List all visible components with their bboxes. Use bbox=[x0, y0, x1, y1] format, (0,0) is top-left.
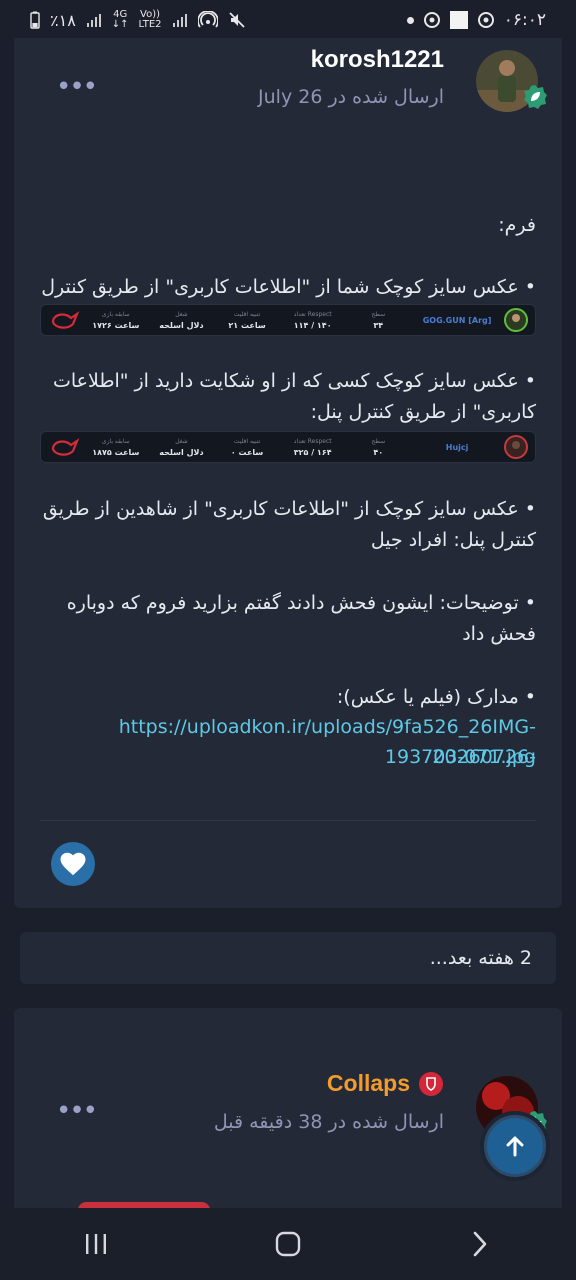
form-label: فرم: bbox=[498, 214, 536, 236]
player-avatar-icon bbox=[504, 308, 528, 332]
status-left: ٪۱۸ 4G ↓↑ Vo)) LTE2 bbox=[30, 10, 246, 30]
dot-icon bbox=[406, 16, 414, 24]
like-button[interactable] bbox=[51, 842, 95, 886]
post-date-2[interactable]: ارسال شده در 38 دقیقه قبل bbox=[214, 1111, 444, 1133]
player-info-image-1[interactable]: سابقه بازی ۱۷۲۶ ساعت شغل دلال اسلحه تنبیه … bbox=[40, 304, 536, 336]
player-name-2: Hujcj bbox=[445, 442, 469, 452]
more-options-button[interactable]: ••• bbox=[56, 72, 98, 102]
home-icon bbox=[275, 1231, 301, 1257]
punish-key: تنبیه اقلیت bbox=[233, 311, 261, 318]
punish-cell-2: تنبیه اقلیت ۰ ساعت bbox=[214, 436, 280, 458]
scroll-to-top-button[interactable] bbox=[484, 1115, 546, 1177]
level-key-2: سطح bbox=[371, 438, 386, 445]
author-name[interactable]: korosh1221 bbox=[311, 46, 444, 74]
chrome-icon-2 bbox=[477, 12, 494, 28]
status-bar: ٪۱۸ 4G ↓↑ Vo)) LTE2 ۰۶:۰۲ bbox=[0, 0, 576, 40]
level-cell-2: سطح ۴۰ bbox=[346, 436, 412, 458]
job-key-2: شغل bbox=[175, 438, 188, 445]
more-options-button-2[interactable]: ••• bbox=[56, 1096, 98, 1126]
player-avatar-icon-2 bbox=[504, 435, 528, 459]
item-2-line-2: کاربری" از طریق کنترل پنل: bbox=[310, 401, 536, 423]
gear-logo-icon-2 bbox=[51, 438, 80, 456]
job-value-2: دلال اسلحه bbox=[159, 448, 204, 457]
level-key: سطح bbox=[371, 311, 386, 318]
job-cell-2: شغل دلال اسلحه bbox=[149, 436, 215, 458]
battery-percent: ٪۱۸ bbox=[50, 10, 76, 30]
back-button[interactable] bbox=[450, 1219, 510, 1269]
level-cell: سطح ۳۴ bbox=[346, 309, 412, 331]
respect-cell: تعداد Respect ۱۱۴ / ۱۴۰ bbox=[280, 309, 346, 331]
recent-apps-icon bbox=[86, 1234, 106, 1254]
item-4-line-2: فحش داد bbox=[462, 623, 536, 645]
shield-badge-icon bbox=[419, 1071, 443, 1096]
mute-icon bbox=[228, 12, 245, 28]
leaf-badge-icon bbox=[524, 85, 547, 109]
status-right: ۰۶:۰۲ bbox=[406, 10, 546, 30]
recent-apps-button[interactable] bbox=[66, 1219, 126, 1269]
heart-icon bbox=[60, 852, 86, 876]
network-arrows: ↓↑ bbox=[111, 19, 129, 30]
time-gap-marker: 2 هفته بعد... bbox=[20, 932, 556, 984]
respect-value-2: ۳۲۵ / ۱۶۴ bbox=[293, 448, 332, 457]
item-4-line-1: • توضیحات: ایشون فحش دادند گفتم بزارید ف… bbox=[66, 592, 536, 614]
volte-bottom: LTE2 bbox=[138, 19, 162, 30]
home-button[interactable] bbox=[258, 1219, 318, 1269]
arrow-up-icon bbox=[506, 1136, 524, 1157]
respect-cell-2: تعداد Respect ۳۲۵ / ۱۶۴ bbox=[280, 436, 346, 458]
player-name-cell: GOG.GUN [Arg] bbox=[411, 315, 503, 326]
network-type: 4G ↓↑ bbox=[112, 10, 129, 30]
post-card-2: ••• Collaps ارسال شده در 38 دقیقه قبل bbox=[14, 1008, 562, 1218]
job-key: شغل bbox=[175, 311, 188, 318]
history-value-2: ۱۸۷۵ ساعت bbox=[92, 448, 140, 457]
item-3-line-1: • عکس سایز کوچک از "اطلاعات کاربری" از ش… bbox=[42, 498, 536, 520]
gear-logo-icon bbox=[51, 311, 80, 329]
punish-value-2: ۰ ساعت bbox=[230, 448, 264, 457]
player-name: GOG.GUN [Arg] bbox=[422, 315, 492, 325]
respect-key: تعداد Respect bbox=[293, 311, 332, 318]
volte-indicator: Vo)) LTE2 bbox=[139, 10, 162, 30]
item-2-line-1: • عکس سایز کوچک کسی که از او شکایت دارید… bbox=[52, 370, 536, 392]
punish-cell: تنبیه اقلیت ۲۱ ساعت bbox=[214, 309, 280, 331]
post-divider bbox=[40, 820, 536, 821]
history-key-2: سابقه بازی bbox=[101, 438, 130, 445]
level-value-2: ۴۰ bbox=[373, 448, 384, 457]
clock: ۰۶:۰۲ bbox=[503, 10, 546, 30]
author-row-2: Collaps bbox=[327, 1070, 444, 1097]
battery-icon bbox=[30, 11, 40, 29]
punish-key-2: تنبیه اقلیت bbox=[233, 438, 261, 445]
back-chevron-icon bbox=[473, 1231, 487, 1257]
time-gap-text: 2 هفته بعد... bbox=[429, 947, 532, 969]
history-value: ۱۷۲۶ ساعت bbox=[92, 321, 140, 330]
hotspot-icon bbox=[197, 11, 218, 28]
respect-value: ۱۱۴ / ۱۴۰ bbox=[293, 321, 332, 330]
job-cell: شغل دلال اسلحه bbox=[149, 309, 215, 331]
signal-icon-2 bbox=[172, 14, 187, 27]
system-nav-bar bbox=[0, 1208, 576, 1280]
job-value: دلال اسلحه bbox=[159, 321, 204, 330]
player-name-cell-2: Hujcj bbox=[411, 442, 503, 453]
notification-square-icon bbox=[449, 11, 468, 29]
history-cell: سابقه بازی ۱۷۲۶ ساعت bbox=[83, 309, 149, 331]
signal-icon bbox=[86, 14, 101, 27]
author-name-2[interactable]: Collaps bbox=[327, 1070, 410, 1097]
post-date[interactable]: ارسال شده در July 26 bbox=[258, 86, 444, 108]
player-info-image-2[interactable]: سابقه بازی ۱۸۷۵ ساعت شغل دلال اسلحه تنبیه … bbox=[40, 431, 536, 463]
item-3-line-2: کنترل پنل: افراد جیل bbox=[370, 529, 536, 551]
history-key: سابقه بازی bbox=[101, 311, 130, 318]
history-cell-2: سابقه بازی ۱۸۷۵ ساعت bbox=[83, 436, 149, 458]
level-value: ۳۴ bbox=[373, 321, 384, 330]
chrome-icon bbox=[423, 12, 440, 28]
punish-value: ۲۱ ساعت bbox=[228, 321, 266, 330]
post-card-1: ••• korosh1221 ارسال شده در July 26 فرم:… bbox=[14, 38, 562, 908]
respect-key-2: تعداد Respect bbox=[293, 438, 332, 445]
item-5: • مدارک (فیلم یا عکس): bbox=[336, 686, 536, 708]
evidence-link-line-2[interactable]: 193703-071.jpg bbox=[36, 742, 536, 772]
